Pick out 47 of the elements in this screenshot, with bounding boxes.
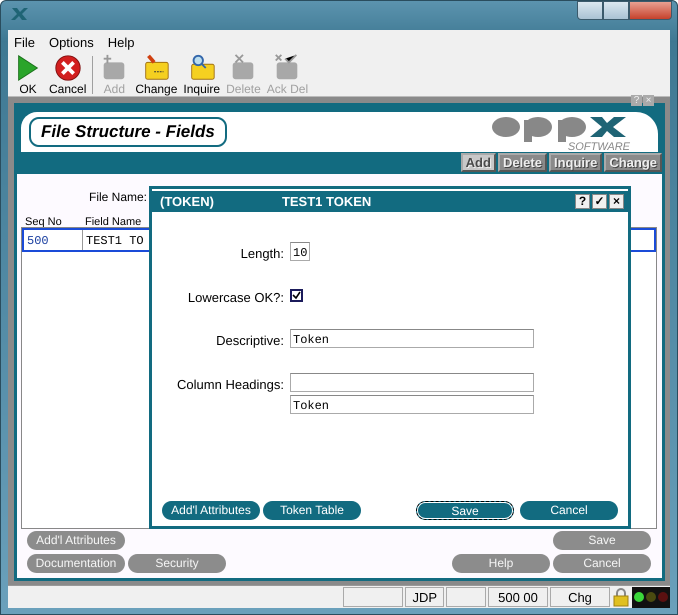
button[interactable]: Security (128, 554, 226, 573)
dialog-title: TEST1 TOKEN (282, 192, 372, 211)
field-label: Descriptive: (215, 332, 285, 350)
app-icon (11, 7, 29, 21)
button[interactable]: Help (452, 554, 550, 573)
logo-subtitle: SOFTWARE (568, 142, 630, 152)
column-header: Field Name (84, 218, 142, 227)
close-button[interactable] (629, 1, 672, 20)
input-field[interactable] (290, 372, 534, 392)
help-button[interactable]: ? (575, 194, 590, 209)
button[interactable]: Save (553, 531, 651, 550)
mode-tab[interactable]: Add (460, 153, 496, 172)
menu-item[interactable]: File (14, 33, 35, 48)
button[interactable]: Cancel (520, 501, 618, 520)
input-field[interactable]: 10 (290, 242, 310, 261)
button[interactable]: Add'l Attributes (27, 531, 125, 550)
input-field[interactable]: Token (290, 329, 534, 348)
checkbox[interactable] (290, 288, 303, 302)
button[interactable]: Save (416, 501, 514, 520)
toolbar-button[interactable]: OK (10, 53, 46, 96)
table-cell: 500 (24, 230, 83, 250)
field-label: Column Headings: (176, 376, 285, 394)
toolbar-button[interactable]: Change (132, 53, 180, 96)
button[interactable]: Add'l Attributes (162, 501, 260, 520)
status-light-icon (632, 587, 670, 608)
dialog-code: (TOKEN) (160, 192, 214, 211)
button[interactable]: Token Table (263, 501, 361, 520)
input-field[interactable]: Token (290, 394, 534, 414)
field-label: Lowercase OK?: (186, 288, 285, 306)
button[interactable]: Documentation (27, 554, 125, 573)
menu-item[interactable]: Help (108, 33, 135, 48)
cancel-icon (52, 53, 83, 83)
status-field: 500 00 (488, 587, 548, 607)
ok-button[interactable]: ✓ (592, 194, 607, 209)
status-field: Chg (550, 587, 610, 607)
status-field: JDP (405, 587, 444, 607)
menu-item[interactable]: Options (48, 33, 94, 48)
field-label: File Name: (89, 190, 148, 204)
button[interactable]: Cancel (553, 554, 651, 573)
column-header: Seq No (24, 218, 63, 227)
toolbar-button[interactable]: Cancel (46, 53, 90, 96)
padlock-icon (612, 587, 630, 607)
toolbar-button[interactable]: Inquire (180, 53, 224, 96)
screen-title: File Structure - Fields (29, 117, 227, 147)
minimize-button[interactable] (577, 1, 603, 20)
close-button[interactable]: × (609, 194, 624, 209)
maximize-button[interactable] (603, 1, 629, 20)
